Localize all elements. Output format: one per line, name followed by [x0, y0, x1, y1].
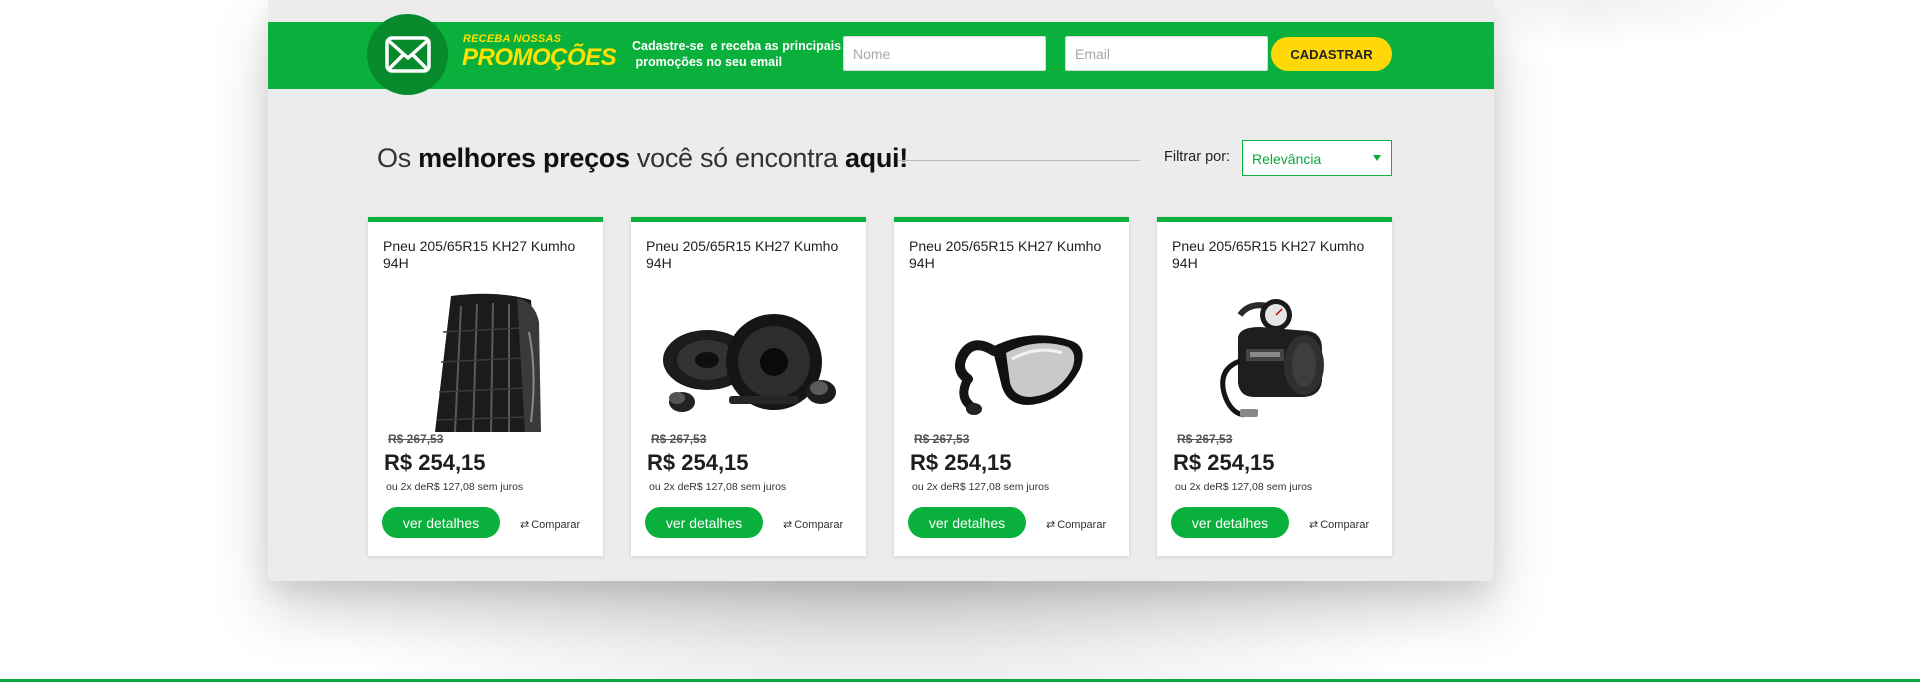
compare-link[interactable]: ⇄ Comparar: [1309, 518, 1370, 532]
swap-arrows-icon: ⇄: [520, 519, 529, 531]
product-title: Pneu 205/65R15 KH27 Kumho 94H: [383, 238, 576, 271]
details-button[interactable]: ver detalhes: [382, 507, 500, 538]
old-price: R$ 267,53: [388, 432, 444, 446]
filter-selected-value: Relevância: [1252, 151, 1322, 167]
old-price: R$ 267,53: [651, 432, 707, 446]
installments: ou 2x deR$ 127,08 sem juros: [649, 481, 787, 493]
installments: ou 2x deR$ 127,08 sem juros: [1175, 481, 1313, 493]
compare-label: Comparar: [1320, 518, 1370, 531]
price: R$ 254,15: [1173, 450, 1275, 475]
installments: ou 2x deR$ 127,08 sem juros: [912, 481, 1050, 493]
heading-bold1: melhores preços: [418, 143, 630, 173]
compare-label: Comparar: [1057, 518, 1107, 531]
name-input[interactable]: [843, 36, 1046, 71]
newsletter-bar: RECEBA NOSSAS PROMOÇÕES Cadastre-se e re…: [268, 14, 1494, 95]
product-card: Pneu 205/65R15 KH27 Kumho 94H R$ 267,53 …: [368, 217, 603, 556]
details-button[interactable]: ver detalhes: [1171, 507, 1289, 538]
old-price: R$ 267,53: [1177, 432, 1233, 446]
filter-select[interactable]: Relevância: [1242, 140, 1392, 176]
mirror-image: [894, 292, 1129, 432]
product-card: Pneu 205/65R15 KH27 Kumho 94H R$ 267,53 …: [631, 217, 866, 556]
details-button[interactable]: ver detalhes: [645, 507, 763, 538]
installments: ou 2x deR$ 127,08 sem juros: [386, 481, 524, 493]
newsletter-description-line1: Cadastre-se e receba as principais: [632, 39, 842, 53]
caret-down-icon: [1373, 155, 1381, 161]
newsletter-description: Cadastre-se e receba as principais promo…: [632, 38, 842, 70]
filter-label: Filtrar por:: [1164, 149, 1231, 165]
speakers-image: [631, 292, 866, 432]
heading-part1: Os: [377, 143, 419, 173]
heading-divider: [898, 160, 1140, 161]
compare-link[interactable]: ⇄ Comparar: [783, 518, 844, 532]
promo-title: PROMOÇÕES: [462, 44, 617, 71]
price: R$ 254,15: [910, 450, 1012, 475]
envelope-icon-circle: [367, 14, 448, 95]
section-heading: Os melhores preços você só encontra aqui…: [377, 143, 908, 174]
product-card: Pneu 205/65R15 KH27 Kumho 94H R$ 267,53 …: [1157, 217, 1392, 556]
air-compressor-image: [1157, 292, 1392, 432]
compare-link[interactable]: ⇄ Comparar: [1046, 518, 1107, 532]
compare-label: Comparar: [531, 518, 581, 531]
heading-part2: você só encontra: [629, 143, 845, 173]
subscribe-button[interactable]: CADASTRAR: [1271, 37, 1392, 71]
product-card: Pneu 205/65R15 KH27 Kumho 94H R$ 267,53 …: [894, 217, 1129, 556]
product-title: Pneu 205/65R15 KH27 Kumho 94H: [646, 238, 839, 271]
newsletter-description-line2: promoções no seu email: [632, 55, 783, 69]
heading-bold2: aqui!: [844, 143, 908, 173]
swap-arrows-icon: ⇄: [1046, 519, 1055, 531]
price: R$ 254,15: [647, 450, 749, 475]
old-price: R$ 267,53: [914, 432, 970, 446]
compare-label: Comparar: [794, 518, 844, 531]
price: R$ 254,15: [384, 450, 486, 475]
details-button[interactable]: ver detalhes: [908, 507, 1026, 538]
compare-link[interactable]: ⇄ Comparar: [520, 518, 581, 532]
swap-arrows-icon: ⇄: [1309, 519, 1318, 531]
tire-image: [368, 292, 603, 432]
swap-arrows-icon: ⇄: [783, 519, 792, 531]
product-title: Pneu 205/65R15 KH27 Kumho 94H: [1172, 238, 1365, 271]
background-shadow-right: [1490, 0, 1920, 70]
envelope-icon: [384, 35, 431, 73]
email-input[interactable]: [1065, 36, 1268, 71]
product-title: Pneu 205/65R15 KH27 Kumho 94H: [909, 238, 1102, 271]
